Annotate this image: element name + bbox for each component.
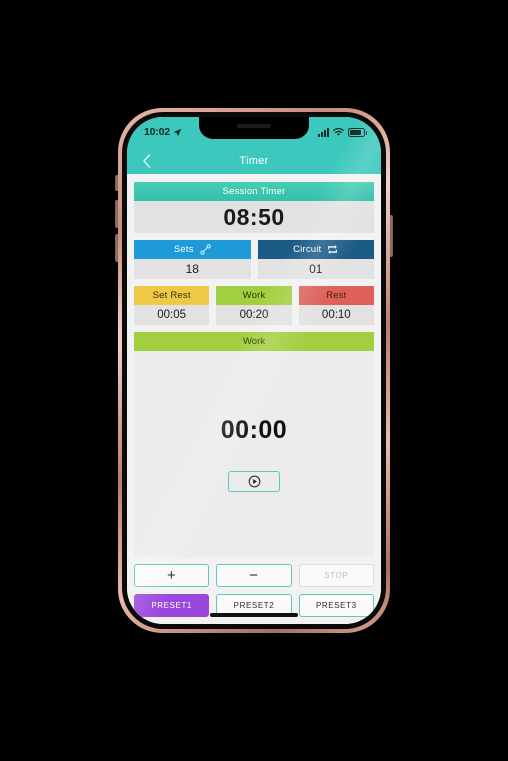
set-rest-value: 00:05	[134, 305, 210, 325]
work-interval-panel[interactable]: Work 00:20	[216, 286, 292, 325]
battery-icon	[348, 127, 367, 137]
adjust-buttons-row: + − STOP	[134, 564, 374, 587]
play-button[interactable]	[228, 471, 280, 492]
sets-label: Sets	[173, 244, 194, 255]
status-time: 10:02	[144, 126, 170, 138]
circuit-label: Circuit	[293, 244, 322, 255]
repeat-loop-icon	[328, 244, 338, 255]
nav-bar: Timer	[127, 147, 381, 174]
phone-bezel: 10:02 Timer Session Timer 08:50 Sets 18 …	[122, 112, 386, 629]
timer-content: Session Timer 08:50 Sets 18 Circuit 01 S…	[127, 174, 381, 624]
status-bar-right	[318, 127, 367, 137]
cellular-signal-icon	[318, 127, 329, 137]
intervals-row: Set Rest 00:05 Work 00:20 Rest 00:10	[134, 286, 374, 325]
session-timer-label: Session Timer	[134, 182, 374, 201]
status-bar: 10:02	[127, 117, 381, 147]
set-rest-panel[interactable]: Set Rest 00:05	[134, 286, 210, 325]
sets-panel[interactable]: Sets 18	[134, 240, 251, 279]
active-phase-time: 00:00	[220, 416, 288, 444]
status-bar-left: 10:02	[144, 126, 182, 138]
preset1-button[interactable]: PRESET1	[134, 594, 210, 617]
back-button[interactable]	[138, 153, 154, 169]
circuit-value: 01	[257, 259, 374, 279]
home-indicator[interactable]	[210, 613, 298, 617]
chevron-left-icon	[142, 153, 150, 168]
active-phase-area: 00:00	[134, 351, 374, 557]
phone-notch	[199, 117, 309, 139]
link-chain-icon	[200, 244, 211, 255]
play-circle-icon	[248, 475, 260, 488]
session-timer-value: 08:50	[134, 201, 374, 233]
stop-button[interactable]: STOP	[298, 564, 374, 587]
circuit-panel[interactable]: Circuit 01	[257, 240, 374, 279]
location-arrow-icon	[173, 128, 182, 136]
set-rest-label: Set Rest	[134, 286, 210, 305]
rest-interval-label: Rest	[298, 286, 374, 305]
earpiece-speaker	[237, 124, 271, 128]
sets-value: 18	[134, 259, 251, 279]
sets-header: Sets	[134, 240, 251, 259]
counters-row: Sets 18 Circuit 01	[134, 240, 374, 279]
page-title: Timer	[239, 154, 269, 167]
session-timer-panel: Session Timer 08:50	[134, 182, 374, 233]
screenshot-stage: 10:02 Timer Session Timer 08:50 Sets 18 …	[0, 0, 508, 761]
wifi-icon	[333, 127, 344, 136]
work-interval-label: Work	[216, 286, 292, 305]
circuit-header: Circuit	[257, 240, 374, 259]
decrement-button[interactable]: −	[216, 564, 292, 587]
increment-button[interactable]: +	[134, 564, 210, 587]
work-interval-value: 00:20	[216, 305, 292, 325]
active-phase-banner: Work	[134, 332, 374, 351]
phone-frame: 10:02 Timer Session Timer 08:50 Sets 18 …	[118, 108, 390, 633]
preset3-button[interactable]: PRESET3	[298, 594, 374, 617]
phone-screen: 10:02 Timer Session Timer 08:50 Sets 18 …	[127, 117, 381, 624]
rest-interval-panel[interactable]: Rest 00:10	[298, 286, 374, 325]
rest-interval-value: 00:10	[298, 305, 374, 325]
